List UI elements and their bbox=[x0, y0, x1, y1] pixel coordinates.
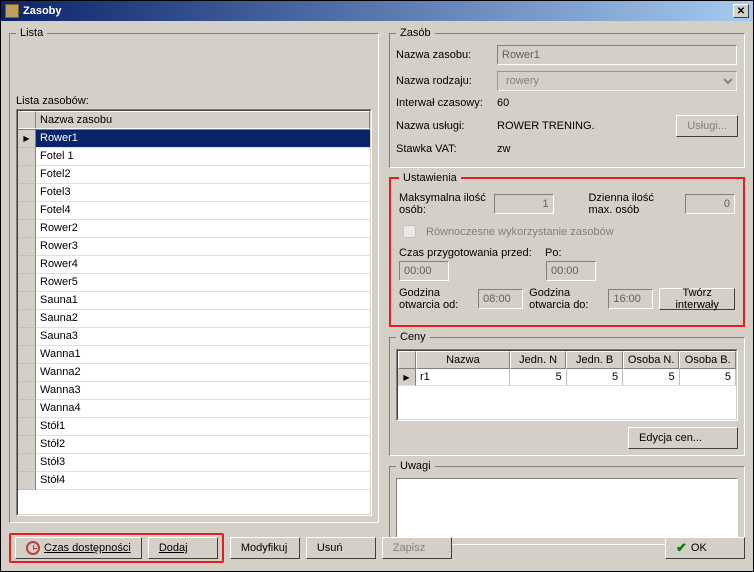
window: Zasoby ✕ Lista Lista zasobów: Nazwa zaso… bbox=[0, 0, 754, 572]
list-item[interactable]: Sauna1 bbox=[18, 292, 370, 310]
czas-przed-label: Czas przygotowania przed: bbox=[399, 247, 539, 259]
tworz-interwaly-button[interactable]: Twórz interwały bbox=[659, 288, 735, 310]
resource-grid[interactable]: Nazwa zasobu Rower1Fotel 1Fotel2Fotel3Fo… bbox=[16, 109, 372, 516]
uwagi-textarea[interactable] bbox=[396, 478, 738, 538]
list-item[interactable]: Rower3 bbox=[18, 238, 370, 256]
list-item[interactable]: Stół3 bbox=[18, 454, 370, 472]
list-item[interactable]: Wanna3 bbox=[18, 382, 370, 400]
list-item[interactable]: Rower2 bbox=[18, 220, 370, 238]
close-button[interactable]: ✕ bbox=[733, 4, 749, 18]
nazwa-zasobu-input[interactable] bbox=[497, 45, 737, 65]
otw-do-label: Godzina otwarcia do: bbox=[529, 287, 602, 311]
czas-po-input[interactable] bbox=[546, 261, 596, 281]
nazwa-zasobu-label: Nazwa zasobu: bbox=[396, 49, 491, 61]
bottom-bar: Czas dostępności Dodaj Modyfikuj Usuń Za… bbox=[9, 533, 745, 563]
nazwa-rodzaju-select[interactable]: rowery bbox=[497, 71, 737, 91]
list-item[interactable]: Rower4 bbox=[18, 256, 370, 274]
modyfikuj-button[interactable]: Modyfikuj bbox=[230, 537, 300, 559]
nazwa-uslugi-value: ROWER TRENING. bbox=[497, 120, 670, 132]
list-item[interactable]: Wanna2 bbox=[18, 364, 370, 382]
dodaj-button[interactable]: Dodaj bbox=[148, 537, 218, 559]
zapisz-button[interactable]: Zapisz bbox=[382, 537, 452, 559]
list-item[interactable]: Fotel4 bbox=[18, 202, 370, 220]
price-header-nazwa[interactable]: Nazwa bbox=[416, 351, 510, 369]
ceny-fieldset: Ceny Nazwa Jedn. N Jedn. B Osoba N. Osob… bbox=[389, 331, 745, 456]
ok-button[interactable]: ✔ OK bbox=[665, 537, 745, 559]
rownoczesne-checkbox[interactable] bbox=[403, 225, 416, 238]
list-item[interactable]: Wanna4 bbox=[18, 400, 370, 418]
window-title: Zasoby bbox=[23, 5, 62, 17]
list-item[interactable]: Fotel3 bbox=[18, 184, 370, 202]
list-item[interactable]: Rower1 bbox=[18, 130, 370, 148]
ustawienia-fieldset: Ustawienia Maksymalna ilość osób: Dzienn… bbox=[389, 172, 745, 327]
interwal-label: Interwał czasowy: bbox=[396, 97, 491, 109]
app-icon bbox=[5, 4, 19, 18]
lista-zasobow-label: Lista zasobów: bbox=[16, 95, 372, 107]
list-item[interactable]: Rower5 bbox=[18, 274, 370, 292]
list-item[interactable]: Fotel2 bbox=[18, 166, 370, 184]
check-icon: ✔ bbox=[676, 540, 687, 556]
price-header-jedn-n[interactable]: Jedn. N bbox=[510, 351, 567, 369]
otw-do-input[interactable] bbox=[608, 289, 653, 309]
usun-button[interactable]: Usuń bbox=[306, 537, 376, 559]
ustawienia-legend: Ustawienia bbox=[399, 172, 461, 184]
stawka-vat-value: zw bbox=[497, 143, 510, 155]
po-label: Po: bbox=[545, 247, 562, 259]
price-header-osoba-b[interactable]: Osoba B. bbox=[679, 351, 736, 369]
table-row[interactable]: ▶r15555 bbox=[398, 369, 736, 386]
list-item[interactable]: Stół4 bbox=[18, 472, 370, 490]
list-item[interactable]: Wanna1 bbox=[18, 346, 370, 364]
max-osob-input[interactable] bbox=[494, 194, 554, 214]
ceny-legend: Ceny bbox=[396, 331, 430, 343]
otw-od-label: Godzina otwarcia od: bbox=[399, 287, 472, 311]
lista-legend: Lista bbox=[16, 27, 47, 39]
list-item[interactable]: Fotel 1 bbox=[18, 148, 370, 166]
list-item[interactable]: Sauna3 bbox=[18, 328, 370, 346]
czas-przed-input[interactable] bbox=[399, 261, 449, 281]
list-item[interactable]: Stół2 bbox=[18, 436, 370, 454]
otw-od-input[interactable] bbox=[478, 289, 523, 309]
price-grid[interactable]: Nazwa Jedn. N Jedn. B Osoba N. Osoba B. … bbox=[396, 349, 738, 421]
czas-dostepnosci-button[interactable]: Czas dostępności bbox=[15, 537, 142, 559]
highlighted-buttons: Czas dostępności Dodaj bbox=[9, 533, 224, 563]
zasob-fieldset: Zasób Nazwa zasobu: Nazwa rodzaju: rower… bbox=[389, 27, 745, 168]
price-header-jedn-b[interactable]: Jedn. B bbox=[566, 351, 623, 369]
edycja-cen-button[interactable]: Edycja cen... bbox=[628, 427, 738, 449]
dzienna-label: Dzienna ilość max. osób bbox=[588, 192, 679, 216]
zasob-legend: Zasób bbox=[396, 27, 435, 39]
dzienna-input[interactable] bbox=[685, 194, 735, 214]
nazwa-uslugi-label: Nazwa usługi: bbox=[396, 120, 491, 132]
list-item[interactable]: Sauna2 bbox=[18, 310, 370, 328]
max-osob-label: Maksymalna ilość osób: bbox=[399, 192, 488, 216]
list-item[interactable]: Stół1 bbox=[18, 418, 370, 436]
stawka-vat-label: Stawka VAT: bbox=[396, 143, 491, 155]
nazwa-rodzaju-label: Nazwa rodzaju: bbox=[396, 75, 491, 87]
titlebar: Zasoby ✕ bbox=[1, 1, 753, 21]
rownoczesne-label: Równoczesne wykorzystanie zasobów bbox=[426, 226, 614, 238]
grid-header-name[interactable]: Nazwa zasobu bbox=[36, 111, 370, 129]
clock-icon bbox=[26, 541, 40, 555]
lista-fieldset: Lista Lista zasobów: Nazwa zasobu Rower1… bbox=[9, 27, 379, 523]
price-header-osoba-n[interactable]: Osoba N. bbox=[623, 351, 680, 369]
uslugi-button[interactable]: Usługi... bbox=[676, 115, 738, 137]
interwal-value: 60 bbox=[497, 97, 509, 109]
uwagi-legend: Uwagi bbox=[396, 460, 435, 472]
